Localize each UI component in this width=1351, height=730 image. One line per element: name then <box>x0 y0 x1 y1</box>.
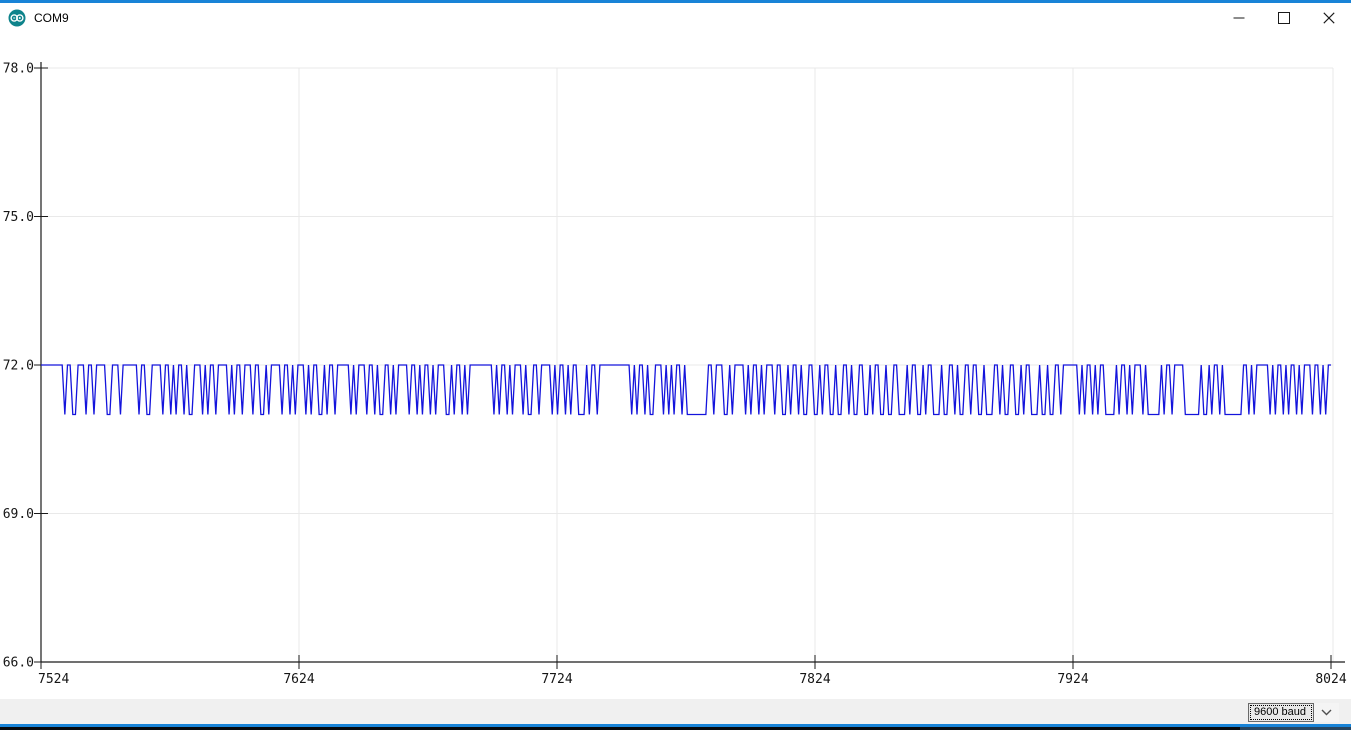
maximize-icon <box>1278 12 1290 24</box>
x-tick-label: 7624 <box>283 672 314 687</box>
close-icon <box>1323 12 1335 24</box>
arduino-icon <box>8 9 26 27</box>
x-tick-label: 8024 <box>1315 672 1346 687</box>
x-tick-label: 7924 <box>1057 672 1088 687</box>
x-tick-label: 7824 <box>799 672 830 687</box>
window-top-border <box>0 0 1351 3</box>
y-tick-label: 66.0 <box>3 656 34 671</box>
minimize-button[interactable] <box>1216 3 1261 32</box>
close-button[interactable] <box>1306 3 1351 32</box>
chevron-down-icon[interactable] <box>1314 703 1339 722</box>
signal-trace <box>41 365 1331 415</box>
baud-combobox[interactable]: 9600 baud <box>1248 703 1339 722</box>
x-tick-label: 7724 <box>541 672 572 687</box>
y-tick-label: 78.0 <box>3 62 34 77</box>
serial-plot: 78.0 75.0 72.0 69.0 66.0 7524 7624 7724 7824 7924… <box>0 0 1351 730</box>
statusbar: 9600 baud <box>0 699 1351 724</box>
maximize-button[interactable] <box>1261 3 1306 32</box>
window-titlebar: COM9 <box>0 3 1351 32</box>
baud-value: 9600 baud <box>1248 703 1314 722</box>
window-controls <box>1216 3 1351 32</box>
window-title: COM9 <box>34 11 69 25</box>
x-tick-label: 7524 <box>38 672 69 687</box>
minimize-icon <box>1233 12 1245 24</box>
y-tick-label: 75.0 <box>3 210 34 225</box>
y-tick-label: 72.0 <box>3 359 34 374</box>
y-tick-label: 69.0 <box>3 507 34 522</box>
